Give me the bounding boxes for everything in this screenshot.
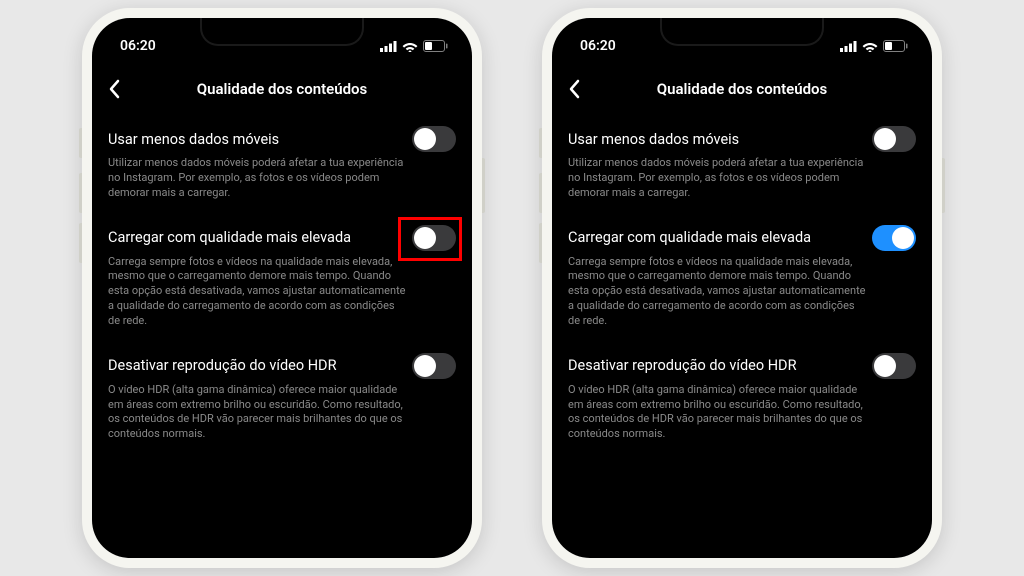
screen-right: 06:20 Qualidade dos conteúdos	[552, 18, 932, 558]
page-title: Qualidade dos conteúdos	[657, 80, 828, 98]
toggle-high-quality[interactable]	[412, 225, 456, 251]
setting-title: Desativar reprodução do vídeo HDR	[568, 357, 860, 374]
toggle-disable-hdr[interactable]	[412, 353, 456, 379]
toggle-high-quality[interactable]	[872, 225, 916, 251]
setting-title: Usar menos dados móveis	[108, 131, 400, 148]
setting-use-less-data: Usar menos dados móveis Utilizar menos d…	[568, 116, 916, 215]
back-icon[interactable]	[568, 79, 580, 99]
status-indicators	[840, 40, 908, 52]
setting-desc: Utilizar menos dados móveis poderá afeta…	[108, 156, 456, 201]
status-indicators	[380, 40, 448, 52]
wifi-icon	[862, 41, 878, 52]
nav-header: Qualidade dos conteúdos	[552, 68, 932, 110]
setting-desc: Carrega sempre fotos e vídeos na qualida…	[568, 255, 916, 329]
setting-title: Desativar reprodução do vídeo HDR	[108, 357, 400, 374]
setting-disable-hdr: Desativar reprodução do vídeo HDR O víde…	[568, 343, 916, 456]
setting-desc: O vídeo HDR (alta gama dinâmica) oferece…	[568, 383, 916, 442]
back-icon[interactable]	[108, 79, 120, 99]
battery-icon	[883, 40, 908, 52]
setting-use-less-data: Usar menos dados móveis Utilizar menos d…	[108, 116, 456, 215]
toggle-disable-hdr[interactable]	[872, 353, 916, 379]
setting-desc: Utilizar menos dados móveis poderá afeta…	[568, 156, 916, 201]
setting-title: Carregar com qualidade mais elevada	[568, 229, 860, 246]
cellular-signal-icon	[380, 41, 397, 52]
status-time: 06:20	[580, 38, 616, 54]
screen-left: 06:20 Qualidade dos conteúdos	[92, 18, 472, 558]
toggle-use-less-data[interactable]	[872, 126, 916, 152]
setting-desc: Carrega sempre fotos e vídeos na qualida…	[108, 255, 456, 329]
setting-desc: O vídeo HDR (alta gama dinâmica) oferece…	[108, 383, 456, 442]
setting-high-quality: Carregar com qualidade mais elevada Carr…	[108, 215, 456, 343]
setting-disable-hdr: Desativar reprodução do vídeo HDR O víde…	[108, 343, 456, 456]
toggle-use-less-data[interactable]	[412, 126, 456, 152]
setting-high-quality: Carregar com qualidade mais elevada Carr…	[568, 215, 916, 343]
notch	[660, 18, 824, 46]
setting-title: Carregar com qualidade mais elevada	[108, 229, 400, 246]
status-time: 06:20	[120, 38, 156, 54]
wifi-icon	[402, 41, 418, 52]
battery-icon	[423, 40, 448, 52]
setting-title: Usar menos dados móveis	[568, 131, 860, 148]
nav-header: Qualidade dos conteúdos	[92, 68, 472, 110]
page-title: Qualidade dos conteúdos	[197, 80, 368, 98]
phone-mockup-right: 06:20 Qualidade dos conteúdos	[542, 8, 942, 568]
notch	[200, 18, 364, 46]
phone-mockup-left: 06:20 Qualidade dos conteúdos	[82, 8, 482, 568]
cellular-signal-icon	[840, 41, 857, 52]
